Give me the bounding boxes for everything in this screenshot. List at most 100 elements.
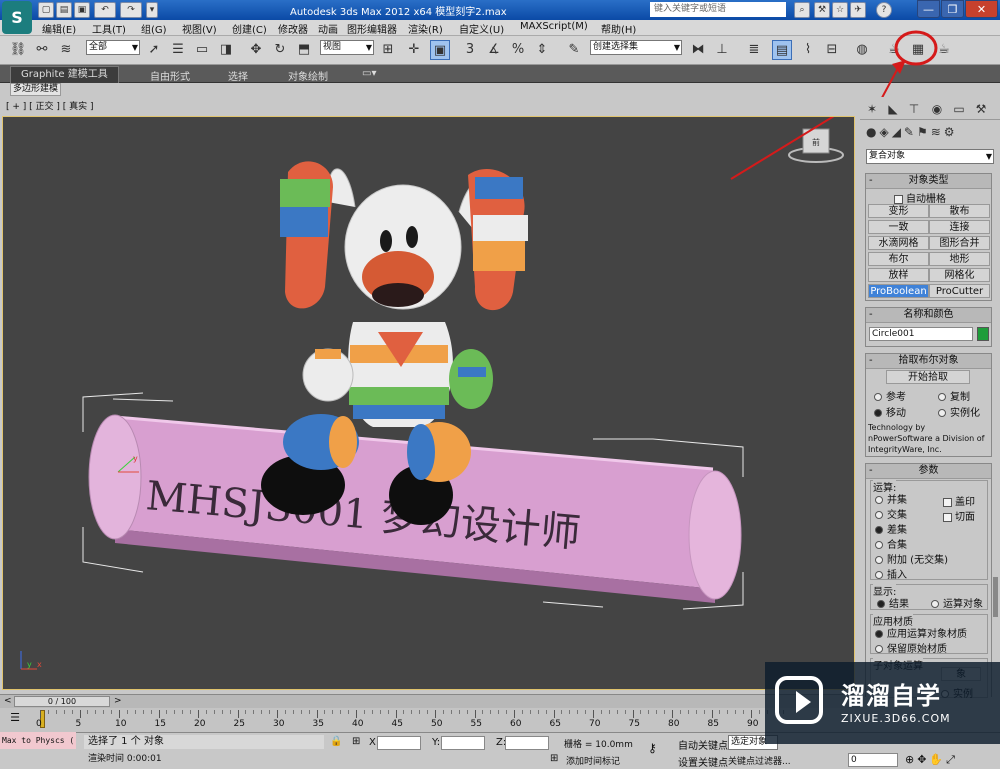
curve-editor-icon[interactable]: ⌇ <box>798 40 818 60</box>
radio-instance[interactable]: 实例化 <box>938 404 980 419</box>
time-slider-next-icon[interactable]: > <box>114 696 122 706</box>
menu-modifiers[interactable]: 修改器 <box>278 21 308 36</box>
subscription-icon[interactable]: ⚒ <box>814 2 830 18</box>
radio-copy[interactable]: 复制 <box>938 388 970 403</box>
motion-tab-icon[interactable]: ◉ <box>928 100 946 118</box>
schematic-view-icon[interactable]: ⊟ <box>822 40 842 60</box>
hierarchy-tab-icon[interactable]: ⊤ <box>905 100 923 118</box>
loft-button[interactable]: 放样 <box>868 268 929 282</box>
reference-coordinate-dropdown[interactable]: 视图 ▼ <box>320 40 374 55</box>
radio-reference[interactable]: 参考 <box>874 388 906 403</box>
morph-button[interactable]: 变形 <box>868 204 929 218</box>
x-coordinate-field[interactable] <box>377 736 421 750</box>
select-object-icon[interactable]: ➚ <box>144 40 164 60</box>
tab-graphite-modeling[interactable]: Graphite 建模工具 <box>10 66 119 83</box>
boolean-button[interactable]: 布尔 <box>868 252 929 266</box>
undo-icon[interactable]: ↶ <box>94 2 116 18</box>
new-icon[interactable]: ▢ <box>38 2 54 18</box>
angle-snap-icon[interactable]: ∡ <box>484 40 504 60</box>
radio-move[interactable]: 移动 <box>874 404 906 419</box>
dropdown-icon[interactable]: ▾ <box>146 2 158 18</box>
viewport-nav-icons[interactable]: ⊕✥✋⤢ <box>905 753 958 767</box>
key-filters-button[interactable]: 关键点过滤器... <box>728 754 791 767</box>
op-insert[interactable]: 插入 <box>875 566 907 581</box>
cookie-checkbox[interactable]: 切面 <box>943 508 975 523</box>
command-panel-scrollbar[interactable] <box>993 577 998 617</box>
connect-button[interactable]: 连接 <box>929 220 990 234</box>
snap-toggle-icon[interactable]: 3 <box>460 40 480 60</box>
keyboard-shortcut-override-icon[interactable]: ▣ <box>430 40 450 60</box>
terrain-button[interactable]: 地形 <box>929 252 990 266</box>
rollout-header[interactable]: - 拾取布尔对象 <box>866 354 991 369</box>
op-union[interactable]: 并集 <box>875 491 907 506</box>
apply-operand-material-radio[interactable]: 应用运算对象材质 <box>875 625 967 640</box>
menu-tools[interactable]: 工具(T) <box>92 21 126 36</box>
proboolean-button[interactable]: ProBoolean <box>868 284 929 298</box>
rotate-icon[interactable]: ↻ <box>270 40 290 60</box>
menu-customize[interactable]: 自定义(U) <box>459 21 504 36</box>
binoculars-icon[interactable]: ⌕ <box>794 2 810 18</box>
imprint-checkbox[interactable]: 盖印 <box>943 493 975 508</box>
op-merge[interactable]: 合集 <box>875 536 907 551</box>
minimize-button[interactable]: — <box>917 0 940 18</box>
y-coordinate-field[interactable] <box>441 736 485 750</box>
star-icon[interactable]: ☆ <box>832 2 848 18</box>
app-logo[interactable]: S <box>2 1 32 34</box>
redo-icon[interactable]: ↷ <box>120 2 142 18</box>
object-name-field[interactable]: Circle001 <box>869 327 973 341</box>
time-slider-prev-icon[interactable]: < <box>4 696 12 706</box>
object-category-dropdown[interactable]: 复合对象 ▼ <box>866 149 994 164</box>
blobmesh-button[interactable]: 水滴网格 <box>868 236 929 250</box>
scale-icon[interactable]: ⬒ <box>294 40 314 60</box>
pivot-center-icon[interactable]: ⊞ <box>378 40 398 60</box>
close-button[interactable]: ✕ <box>965 0 998 18</box>
spinner-snap-icon[interactable]: ⇕ <box>532 40 552 60</box>
conform-button[interactable]: 一致 <box>868 220 929 234</box>
menu-help[interactable]: 帮助(H) <box>601 21 636 36</box>
rollout-header[interactable]: - 参数 <box>866 464 991 479</box>
menu-maxscript[interactable]: MAXScript(M) <box>520 21 588 32</box>
ribbon-options-icon[interactable]: ▭▾ <box>362 68 376 79</box>
tab-polygon-modeling[interactable]: 多边形建模 <box>10 83 62 96</box>
mini-curve-editor-icon[interactable]: ☰ <box>6 711 24 727</box>
edit-named-selection-icon[interactable]: ✎ <box>564 40 584 60</box>
mesher-button[interactable]: 网格化 <box>929 268 990 282</box>
utilities-tab-icon[interactable]: ⚒ <box>972 100 990 118</box>
viewcube[interactable]: 前 <box>788 128 844 163</box>
tab-selection[interactable]: 选择 <box>228 68 248 83</box>
add-time-tag[interactable]: 添加时间标记 <box>566 754 620 767</box>
infocenter-icon[interactable]: ✈ <box>850 2 866 18</box>
procutter-button[interactable]: ProCutter <box>929 284 990 298</box>
time-slider[interactable]: < 0 / 100 > <box>0 694 860 709</box>
rollout-header[interactable]: - 名称和颜色 <box>866 308 991 323</box>
retain-original-material-radio[interactable]: 保留原始材质 <box>875 640 947 655</box>
unlink-icon[interactable]: ⚯ <box>32 40 52 60</box>
save-icon[interactable]: ▣ <box>74 2 90 18</box>
autogrid-checkbox[interactable]: 自动栅格 <box>894 190 946 205</box>
menu-views[interactable]: 视图(V) <box>182 21 217 36</box>
select-by-name-icon[interactable]: ☰ <box>168 40 188 60</box>
z-coordinate-field[interactable] <box>505 736 549 750</box>
open-icon[interactable]: ▤ <box>56 2 72 18</box>
rabbit-model[interactable] <box>280 161 528 482</box>
time-slider-thumb[interactable]: 0 / 100 <box>14 696 110 707</box>
op-subtraction[interactable]: 差集 <box>875 521 907 536</box>
viewport[interactable]: 前 MHSJS001 梦幻设计师 y y x <box>2 116 855 690</box>
link-icon[interactable]: ⛓ <box>8 40 28 60</box>
tab-freeform[interactable]: 自由形式 <box>150 68 190 83</box>
viewport-label[interactable]: [ + ] [ 正交 ] [ 真实 ] <box>6 99 94 112</box>
op-attach[interactable]: 附加 (无交集) <box>875 551 948 566</box>
named-selection-set-dropdown[interactable]: 创建选择集 ▼ <box>590 40 682 55</box>
layer-manager-icon[interactable]: ≣ <box>744 40 764 60</box>
rollout-header[interactable]: - 对象类型 <box>866 174 991 189</box>
window-crossing-icon[interactable]: ◨ <box>216 40 236 60</box>
menu-edit[interactable]: 编辑(E) <box>42 21 76 36</box>
select-manipulate-icon[interactable]: ✛ <box>404 40 424 60</box>
maxscript-listener[interactable]: Max to Physcs ( <box>0 732 76 749</box>
time-tag-icon[interactable]: ⊞ <box>550 753 558 764</box>
create-tab-icon[interactable]: ✶ <box>863 100 881 118</box>
move-icon[interactable]: ✥ <box>246 40 266 60</box>
display-result-radio[interactable]: 结果 <box>877 595 909 610</box>
key-icon[interactable]: ⚷ <box>648 741 657 755</box>
help-icon[interactable]: ? <box>876 2 892 18</box>
